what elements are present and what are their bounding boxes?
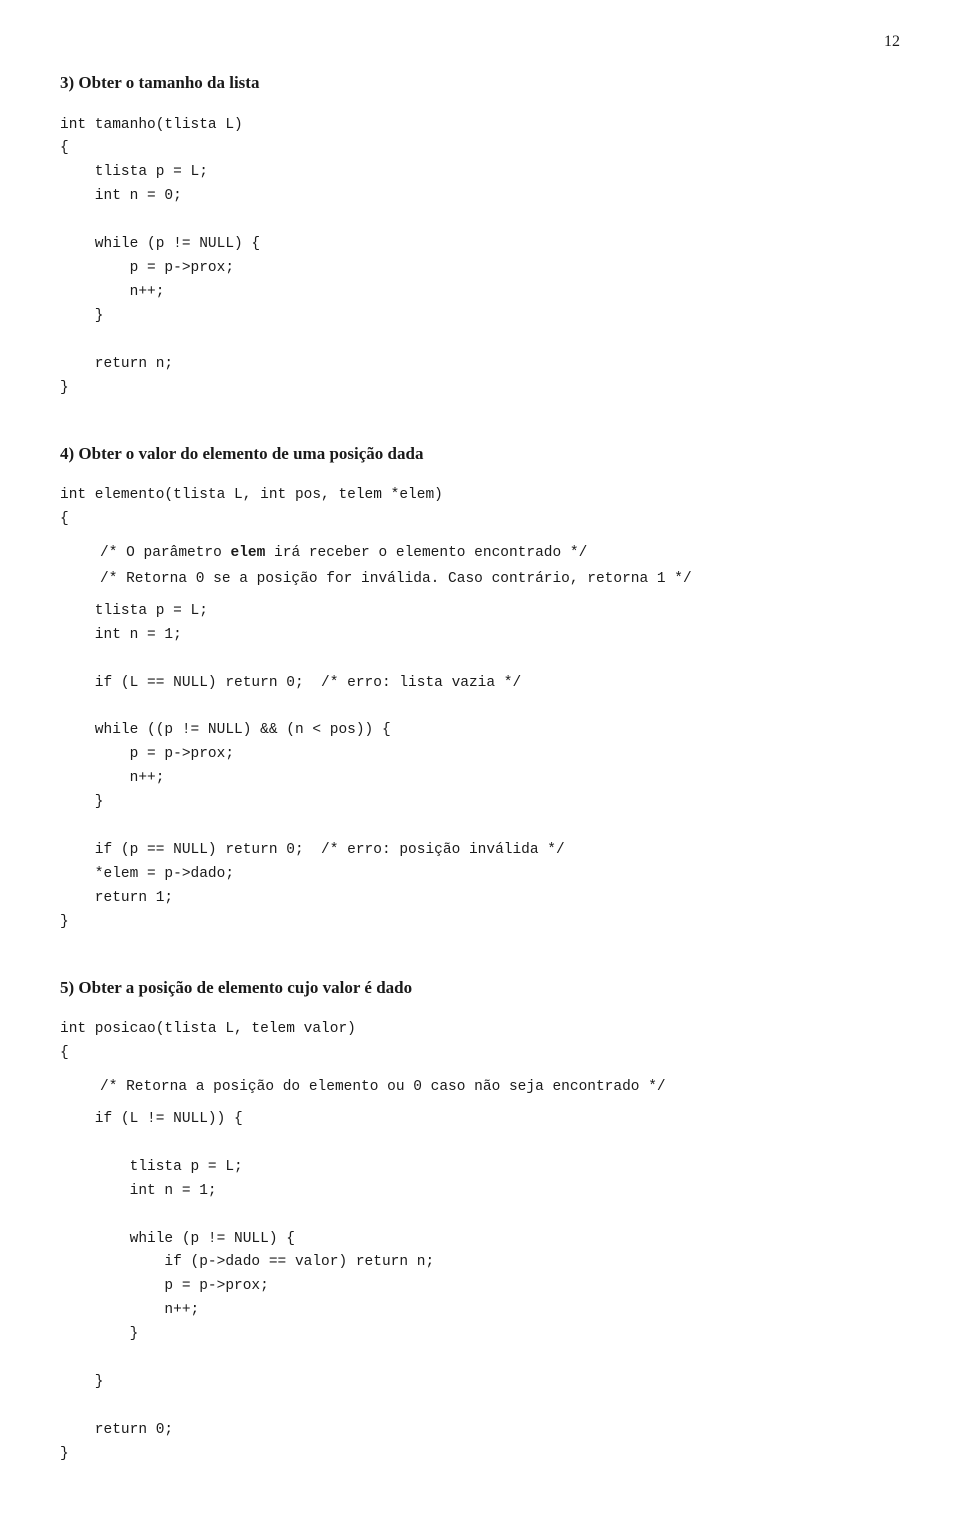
section-5-signature: int posicao(tlista L, telem valor) { (60, 1018, 900, 1066)
page-number: 12 (884, 30, 900, 54)
section-3-number: 3) (60, 73, 74, 92)
section-3-title: Obter o tamanho da lista (78, 73, 259, 92)
section-3: 3) Obter o tamanho da lista int tamanho(… (60, 70, 900, 401)
section-4-comment1: /* O parâmetro elem irá receber o elemen… (60, 542, 900, 566)
section-5-comment1: /* Retorna a posição do elemento ou 0 ca… (60, 1076, 900, 1100)
section-4-number: 4) (60, 444, 74, 463)
section-4-title: Obter o valor do elemento de uma posição… (78, 444, 423, 463)
section-5: 5) Obter a posição de elemento cujo valo… (60, 975, 900, 1467)
section-5-title: Obter a posição de elemento cujo valor é… (78, 978, 412, 997)
section-3-header: 3) Obter o tamanho da lista (60, 70, 900, 96)
section-4-comment2: /* Retorna 0 se a posição for inválida. … (60, 568, 900, 592)
section-4: 4) Obter o valor do elemento de uma posi… (60, 441, 900, 935)
section-3-code: int tamanho(tlista L) { tlista p = L; in… (60, 114, 900, 401)
section-4-body: tlista p = L; int n = 1; if (L == NULL) … (60, 600, 900, 935)
section-5-header: 5) Obter a posição de elemento cujo valo… (60, 975, 900, 1001)
section-5-body: if (L != NULL)) { tlista p = L; int n = … (60, 1108, 900, 1467)
section-4-header: 4) Obter o valor do elemento de uma posi… (60, 441, 900, 467)
section-4-signature: int elemento(tlista L, int pos, telem *e… (60, 484, 900, 532)
section-5-number: 5) (60, 978, 74, 997)
